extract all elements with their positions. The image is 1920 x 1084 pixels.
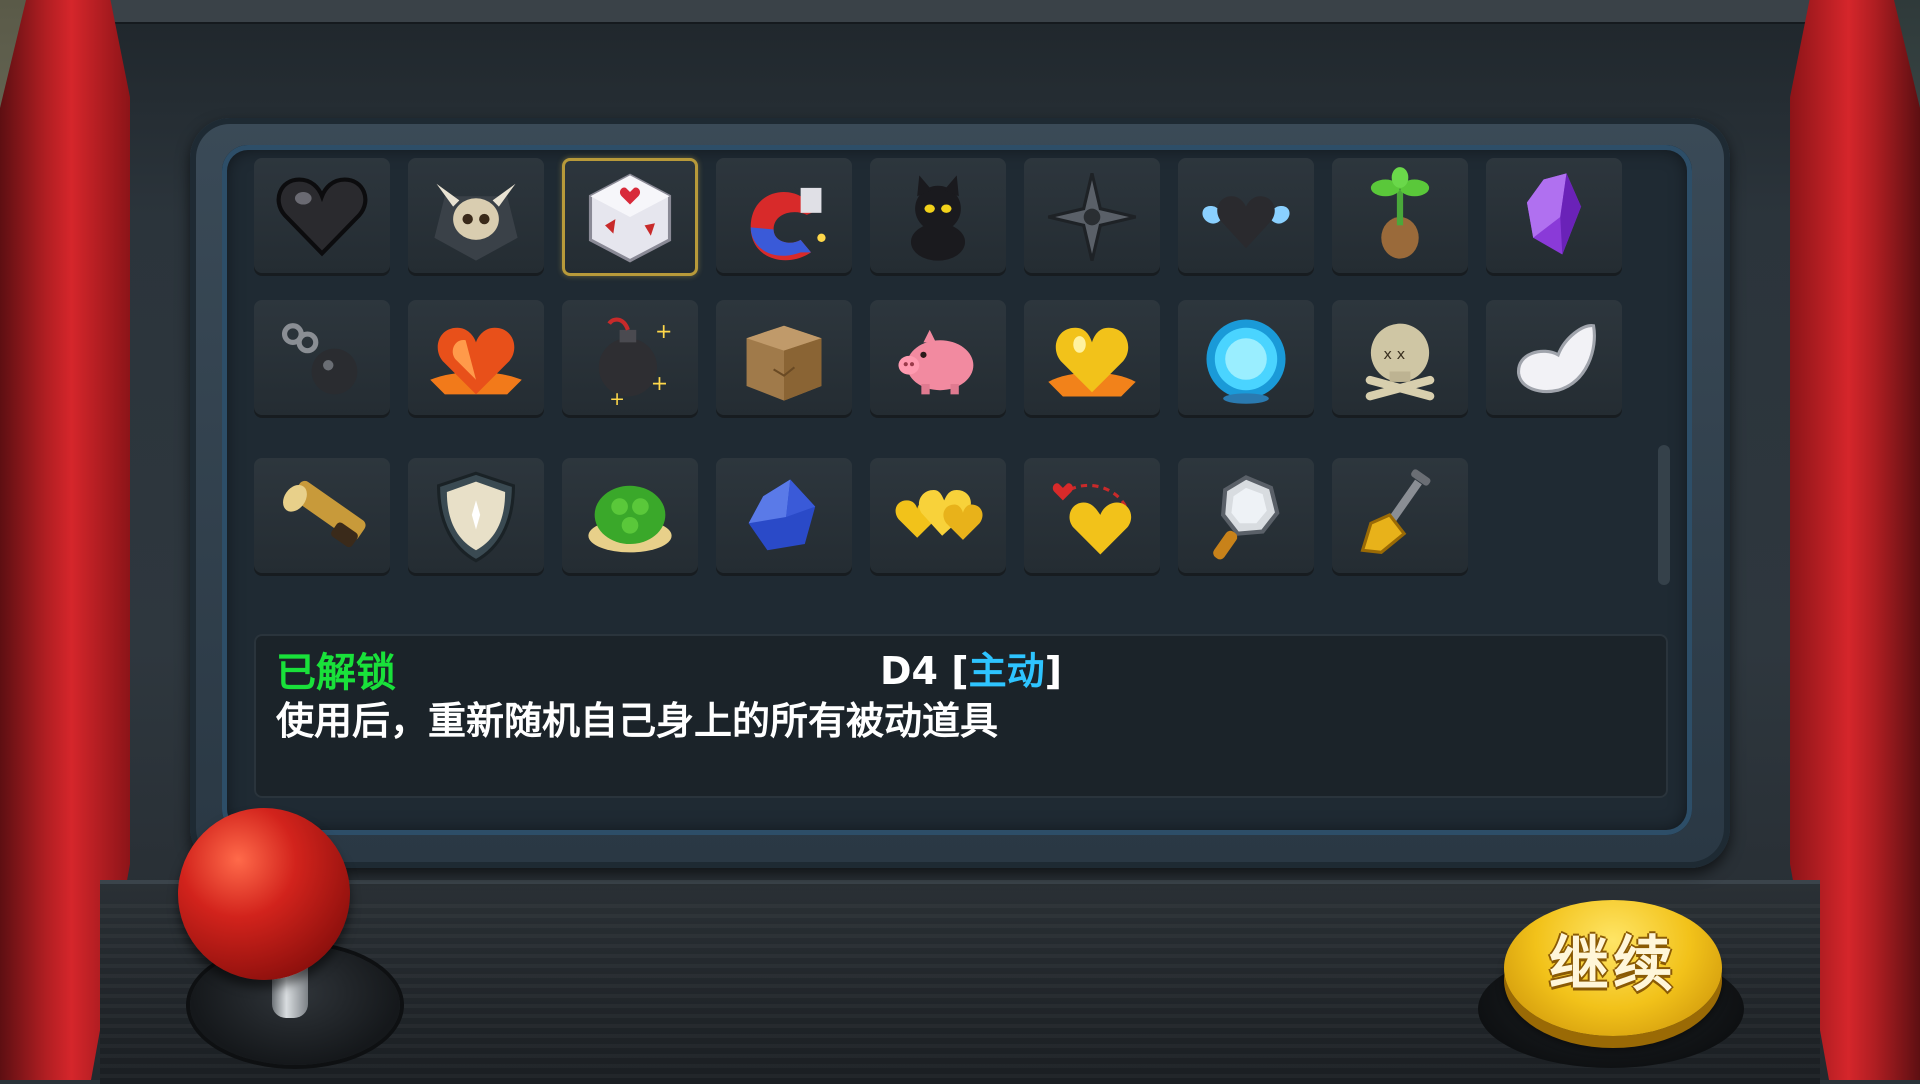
item-slot-sprout[interactable] xyxy=(1332,158,1468,276)
d4-dice-icon xyxy=(588,173,672,263)
skull-crossbones-icon: x x xyxy=(1365,323,1435,401)
item-description-panel: 已解锁 D4 [主动] 使用后，重新随机自己身上的所有被动道具 xyxy=(254,634,1668,798)
svg-text:+: + xyxy=(651,371,668,395)
joystick-ball[interactable] xyxy=(178,808,350,980)
spyglass-icon xyxy=(283,480,366,548)
item-slot-white-wing[interactable] xyxy=(1486,300,1622,418)
item-slot-horned-skull[interactable] xyxy=(408,158,544,276)
black-heart-icon xyxy=(276,177,368,257)
svg-text:+: + xyxy=(609,389,625,410)
shield-icon xyxy=(436,471,516,563)
svg-text:+: + xyxy=(655,319,672,343)
item-slot-blue-gem[interactable] xyxy=(716,458,852,576)
ball-and-chain-icon xyxy=(281,323,358,395)
magnet-icon xyxy=(750,187,826,261)
horned-skull-icon xyxy=(434,183,518,261)
continue-button[interactable]: 继续 xyxy=(1504,900,1722,1036)
white-wing-icon xyxy=(1517,324,1596,393)
item-slot-piggy-bank[interactable] xyxy=(870,300,1006,418)
item-type-tag: 主动 xyxy=(968,649,1045,693)
item-slot-d4-dice[interactable] xyxy=(562,158,698,276)
item-slot-shovel[interactable] xyxy=(1332,458,1468,576)
item-slot-spyglass[interactable] xyxy=(254,458,390,576)
item-type-bracket-close: ] xyxy=(1044,649,1062,693)
black-cat-icon xyxy=(910,175,966,261)
blue-orb-icon xyxy=(1206,319,1286,404)
item-slot-sparkle-bomb[interactable]: + + + xyxy=(562,300,698,418)
purple-crystal-icon xyxy=(1526,173,1582,255)
item-slot-black-heart[interactable] xyxy=(254,158,390,276)
item-slot-gold-hearts[interactable] xyxy=(870,458,1006,576)
svg-text:x x: x x xyxy=(1383,346,1405,363)
continue-button-label: 继续 xyxy=(1549,929,1677,1000)
item-slot-black-cat[interactable] xyxy=(870,158,1006,276)
shuriken-icon xyxy=(1047,172,1137,262)
item-description: 使用后，重新随机自己身上的所有被动道具 xyxy=(276,699,999,743)
cardboard-box-icon xyxy=(746,325,822,401)
magnifying-glass-icon xyxy=(1213,475,1280,560)
item-grid: + + + x x xyxy=(254,158,1634,598)
item-slot-turtle-shell[interactable] xyxy=(562,458,698,576)
item-type-bracket-open: [ xyxy=(937,649,969,693)
item-slot-gold-heart-orbit[interactable] xyxy=(1024,458,1160,576)
item-slot-gold-heart-burst[interactable] xyxy=(1024,300,1160,418)
item-title: D4 [主动] xyxy=(880,640,1062,695)
gold-heart-burst-icon xyxy=(1048,327,1136,397)
fire-heart-icon xyxy=(430,327,522,395)
item-slot-magnifying-glass[interactable] xyxy=(1178,458,1314,576)
item-slot-purple-crystal[interactable] xyxy=(1486,158,1622,276)
shovel-icon xyxy=(1360,469,1431,554)
turtle-shell-icon xyxy=(588,485,672,553)
cabinet-top xyxy=(80,0,1840,24)
item-slot-shield[interactable] xyxy=(408,458,544,576)
item-slot-ball-and-chain[interactable] xyxy=(254,300,390,418)
item-slot-blue-orb[interactable] xyxy=(1178,300,1314,418)
item-slot-fire-heart[interactable] xyxy=(408,300,544,418)
gold-hearts-icon xyxy=(895,489,983,540)
gold-heart-orbit-icon xyxy=(1052,483,1132,555)
item-slot-magnet[interactable] xyxy=(716,158,852,276)
item-slot-cardboard-box[interactable] xyxy=(716,300,852,418)
sprout-icon xyxy=(1370,167,1430,259)
item-slot-winged-black-heart[interactable] xyxy=(1178,158,1314,276)
winged-black-heart-icon xyxy=(1202,196,1290,249)
blue-gem-icon xyxy=(748,479,816,551)
item-slot-skull-crossbones[interactable]: x x xyxy=(1332,300,1468,418)
item-name: D4 xyxy=(880,649,938,693)
grid-scrollbar[interactable] xyxy=(1658,445,1670,585)
item-slot-shuriken[interactable] xyxy=(1024,158,1160,276)
sparkle-bomb-icon: + + + xyxy=(598,317,672,410)
piggy-bank-icon xyxy=(898,329,974,395)
